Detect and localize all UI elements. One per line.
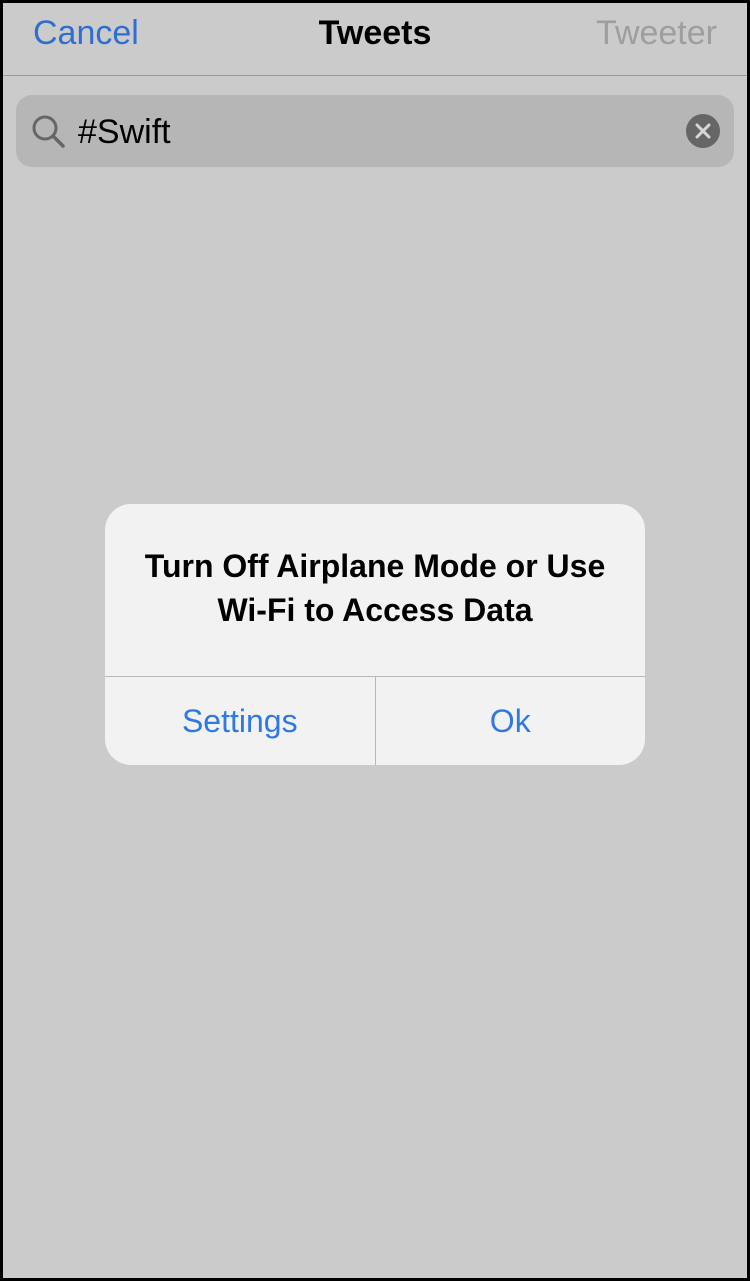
search-icon: [30, 113, 66, 149]
alert-dialog: Turn Off Airplane Mode or Use Wi-Fi to A…: [105, 504, 645, 765]
search-input[interactable]: #Swift: [78, 112, 171, 152]
tweeter-button[interactable]: Tweeter: [596, 13, 717, 53]
search-bar[interactable]: #Swift: [16, 95, 734, 167]
settings-button[interactable]: Settings: [105, 677, 376, 765]
alert-title: Turn Off Airplane Mode or Use Wi-Fi to A…: [144, 548, 606, 628]
alert-button-row: Settings Ok: [105, 676, 645, 765]
navigation-bar: Cancel Tweets Tweeter: [3, 3, 747, 76]
app-screen: Cancel Tweets Tweeter #Swift Turn Off Ai…: [0, 0, 750, 1281]
ok-button[interactable]: Ok: [376, 677, 646, 765]
clear-icon[interactable]: [686, 114, 720, 148]
